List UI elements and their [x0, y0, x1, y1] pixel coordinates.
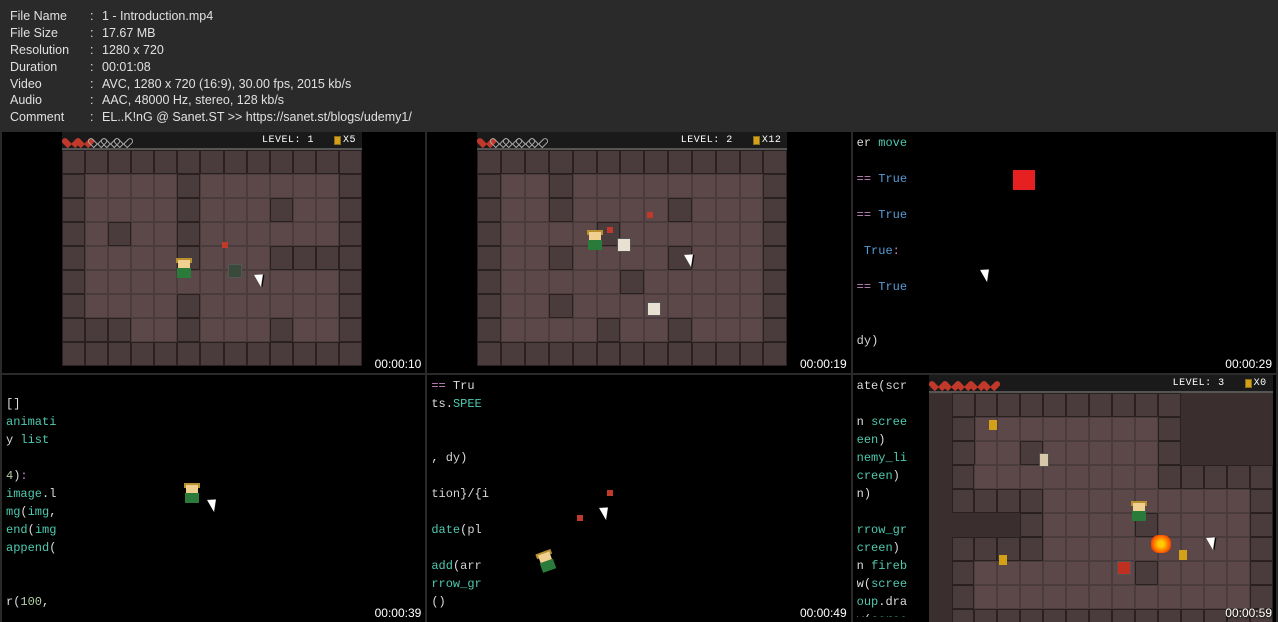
player-sprite	[535, 550, 561, 576]
code-snippet: [] animati y list 4): image.l mg(img, en…	[6, 377, 86, 617]
enemy-sprite	[1117, 561, 1131, 575]
meta-key: File Name	[10, 8, 90, 25]
enemy-sprite	[617, 238, 631, 252]
thumbnail-6: ate(scr n scree een) nemy_li creen) n) r…	[853, 375, 1276, 622]
code-snippet: er move == True == True True: == True dy…	[857, 134, 932, 364]
cursor-icon	[210, 497, 220, 511]
player-sprite	[174, 260, 194, 280]
thumbnail-5: == Tru ts.SPEE , dy) tion}/{i date(pl ad…	[427, 375, 850, 622]
hearts-1	[62, 134, 130, 146]
player-sprite	[1129, 503, 1149, 523]
coin-icon	[334, 136, 341, 145]
thumbnail-4: [] animati y list 4): image.l mg(img, en…	[2, 375, 425, 622]
player-sprite	[182, 485, 202, 505]
file-metadata: File Name:1 - Introduction.mp4 File Size…	[0, 0, 1278, 132]
cursor-icon	[687, 252, 697, 266]
code-snippet: ate(scr n scree een) nemy_li creen) n) r…	[857, 377, 929, 617]
enemy-sprite	[647, 302, 661, 316]
code-snippet: == Tru ts.SPEE , dy) tion}/{i date(pl ad…	[431, 377, 511, 617]
dungeon-map	[929, 393, 1273, 615]
item-dot	[647, 212, 653, 218]
thumbnail-2: LEVEL: 2 X12 00:00:19	[427, 132, 850, 373]
hearts-6	[929, 377, 997, 389]
timestamp: 00:00:10	[375, 357, 422, 371]
fireball-sprite	[1151, 535, 1171, 553]
cursor-icon	[1209, 535, 1219, 549]
coin-counter: X5	[334, 135, 356, 146]
coin-icon	[1245, 379, 1252, 388]
dungeon-map	[62, 150, 362, 352]
projectile-dot	[607, 490, 613, 496]
red-square-sprite	[1013, 170, 1035, 190]
hearts-2	[477, 134, 545, 146]
level-label: LEVEL: 1	[262, 135, 314, 146]
cursor-icon	[602, 505, 612, 519]
coin-item	[989, 420, 997, 430]
thumbnail-3: er move == True == True True: == True dy…	[853, 132, 1276, 373]
thumbnail-grid: LEVEL: 1 X5 00:00:10 LEVEL: 2 X12	[0, 132, 1278, 622]
coin-item	[999, 555, 1007, 565]
thumbnail-1: LEVEL: 1 X5 00:00:10	[2, 132, 425, 373]
item-dot	[222, 242, 228, 248]
projectile-dot	[577, 515, 583, 521]
item-dot	[607, 227, 613, 233]
dungeon-map	[477, 150, 787, 352]
cursor-icon	[257, 272, 267, 286]
coin-icon	[753, 136, 760, 145]
enemy-sprite	[1039, 453, 1049, 467]
cursor-icon	[983, 267, 993, 281]
player-sprite	[585, 232, 605, 252]
coin-item	[1179, 550, 1187, 560]
enemy-sprite	[228, 264, 242, 278]
